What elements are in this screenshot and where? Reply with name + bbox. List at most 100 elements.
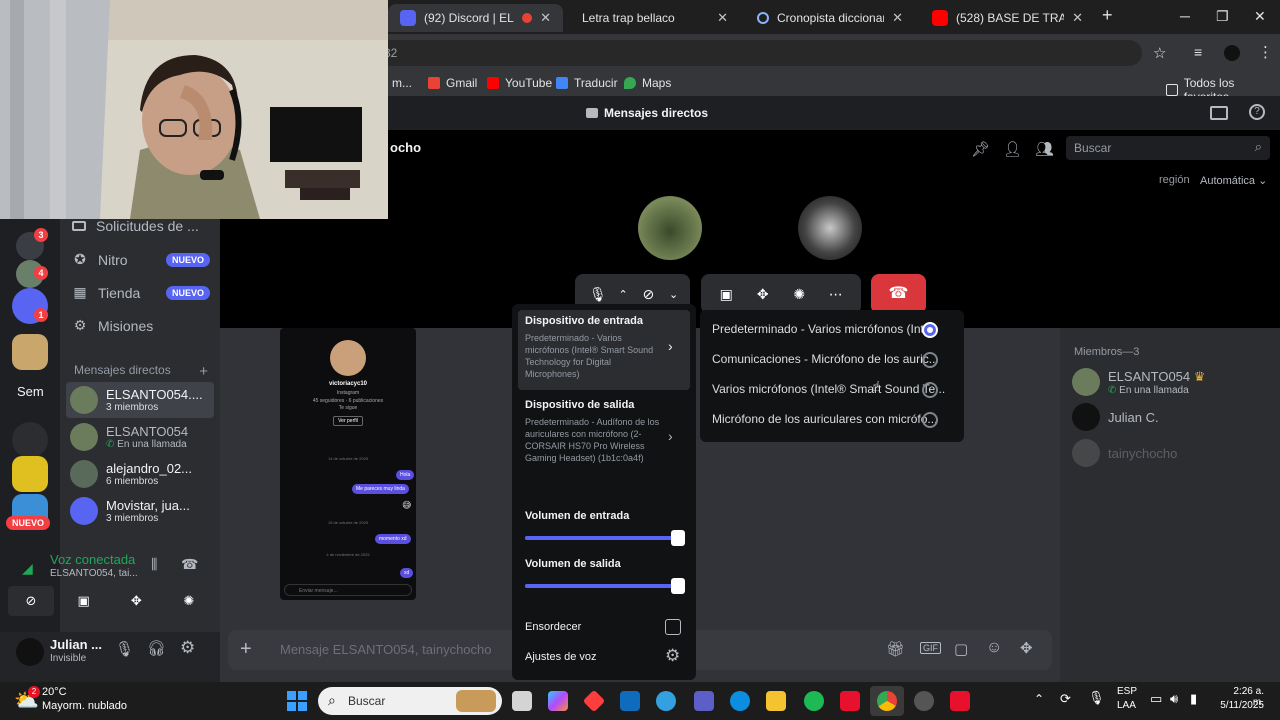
dm-item[interactable]: Movistar, jua... 3 miembros <box>66 493 214 529</box>
input-device-item[interactable]: Dispositivo de entrada Predeterminado - … <box>518 310 690 390</box>
nav-nitro[interactable]: ✪ Nitro NUEVO <box>72 251 211 268</box>
app-icon[interactable] <box>582 689 606 713</box>
start-button[interactable] <box>287 691 307 711</box>
dm-item[interactable]: ELSANTO054.... 3 miembros <box>66 382 214 418</box>
monitor-icon[interactable]: ▭ <box>1150 691 1162 707</box>
members-icon[interactable]: 👥︎ <box>1035 140 1054 158</box>
voice-channel[interactable]: ELSANTO054, tai... <box>50 568 138 579</box>
profile-avatar[interactable] <box>1224 45 1240 61</box>
search-input[interactable]: Buscar ⌕ <box>1066 136 1270 160</box>
nav-quests[interactable]: ⚙ Misiones <box>72 317 154 334</box>
close-tab-icon[interactable]: ✕ <box>717 10 728 26</box>
tab-letra[interactable]: Letra trap bellaco ✕ <box>570 4 740 32</box>
close-tab-icon[interactable]: ✕ <box>1072 10 1083 26</box>
input-volume-slider[interactable] <box>525 530 685 546</box>
output-volume-slider[interactable] <box>525 578 685 594</box>
input-device-option[interactable]: Comunicaciones - Micrófono de los auric.… <box>712 345 952 373</box>
screenshare-icon[interactable]: ▣ <box>60 586 107 616</box>
deafen-toggle[interactable]: Ensordecer <box>518 614 690 640</box>
bookmark-gmail[interactable]: Gmail <box>428 76 477 90</box>
menu-icon[interactable]: ⋮ <box>1258 43 1273 61</box>
app-icon[interactable] <box>914 691 934 711</box>
image-attachment[interactable]: victoriacyc10 Instagram 45 seguidores · … <box>280 328 416 600</box>
taskbar-search[interactable]: ⌕ Buscar <box>318 687 502 715</box>
close-tab-icon[interactable]: ✕ <box>540 10 551 26</box>
region-select[interactable]: Automática ⌄ <box>1200 174 1267 187</box>
address-bar[interactable]: 32 <box>372 40 1142 66</box>
pin-icon[interactable]: 📌︎ <box>971 140 990 158</box>
disconnect-icon[interactable]: ☎ <box>181 556 198 573</box>
edge-icon[interactable] <box>730 691 750 711</box>
hangup-button[interactable]: ☎ <box>871 274 926 314</box>
screenshare-icon[interactable]: ▣ <box>712 280 740 308</box>
app-icon[interactable] <box>950 691 970 711</box>
member-item[interactable]: tainychocho <box>1072 439 1177 467</box>
task-view-icon[interactable] <box>512 691 532 711</box>
sync-icon[interactable]: ⟳ <box>1060 691 1071 707</box>
inbox-icon[interactable] <box>1210 106 1228 120</box>
input-device-option[interactable]: Predeterminado - Varios micrófonos (Int.… <box>712 315 952 343</box>
tab-youtube[interactable]: (528) BASE DE TRAP "ALTA ✕ <box>920 4 1095 32</box>
nav-message-requests[interactable]: Solicitudes de ... <box>72 218 199 234</box>
mic-icon[interactable]: 🎙︎ <box>115 640 134 658</box>
bookmark-translate[interactable]: Traducir <box>556 76 618 90</box>
gear-icon[interactable]: ⚙ <box>180 638 195 658</box>
voice-settings-item[interactable]: Ajustes de voz ⚙ <box>518 644 690 670</box>
add-attachment-icon[interactable]: + <box>240 638 252 661</box>
slider-handle[interactable] <box>671 530 685 546</box>
activities-icon[interactable]: ✥ <box>113 586 160 616</box>
chrome-icon[interactable] <box>877 691 897 711</box>
bookmark-item[interactable]: m... <box>392 76 412 90</box>
app-icon[interactable] <box>840 691 860 711</box>
emoji-icon[interactable]: ☺ <box>986 639 1002 657</box>
output-device-item[interactable]: Dispositivo de salida Predeterminado - A… <box>518 394 690 484</box>
help-icon[interactable]: ? <box>1249 104 1265 120</box>
input-device-option[interactable]: Micrófono de los auriculares con micrófo… <box>712 405 952 433</box>
slider-handle[interactable] <box>671 578 685 594</box>
app-icon[interactable] <box>656 691 676 711</box>
sticker-icon[interactable]: ▢ <box>954 640 968 658</box>
avatar[interactable] <box>16 638 44 666</box>
username[interactable]: Julian ... <box>50 637 102 652</box>
maximize-icon[interactable]: ❐ <box>1216 8 1229 25</box>
copilot-icon[interactable] <box>548 691 568 711</box>
dm-item[interactable]: alejandro_02... 6 miembros <box>66 456 214 492</box>
chevron-up-icon[interactable]: ⌃ <box>1034 692 1044 706</box>
activities-icon[interactable]: ✥ <box>749 280 777 308</box>
close-tab-icon[interactable]: ✕ <box>892 10 903 26</box>
soundboard-icon[interactable]: ✺ <box>785 280 813 308</box>
close-window-icon[interactable]: ✕ <box>1254 8 1266 25</box>
media-icon[interactable]: ≡ <box>1194 44 1202 60</box>
headphones-icon[interactable]: 🎧︎ <box>147 639 166 657</box>
tab-cronopista[interactable]: Cronopista diccionario de ✕ <box>745 4 915 32</box>
add-friend-icon[interactable]: 👤︎ <box>1003 140 1022 158</box>
nav-shop[interactable]: ▦ Tienda NUEVO <box>72 284 211 301</box>
battery-icon[interactable]: ▮ <box>1190 691 1197 707</box>
input-device-option[interactable]: Varios micrófonos (Intel® Smart Sound Te… <box>712 375 952 403</box>
more-icon[interactable]: ⋯ <box>822 280 850 308</box>
gif-icon[interactable]: GIF <box>920 642 941 654</box>
volume-icon[interactable]: 🔊︎ <box>1170 691 1178 707</box>
server-icon[interactable] <box>12 334 48 370</box>
teams-icon[interactable] <box>694 691 714 711</box>
server-icon[interactable] <box>12 422 48 458</box>
tab-discord[interactable]: (92) Discord | ELSANTO ✕ <box>388 4 563 32</box>
new-tab-icon[interactable]: + <box>1102 5 1113 26</box>
mic-icon[interactable]: 🎙︎ <box>1088 690 1105 706</box>
server-label[interactable]: Sem <box>17 384 44 399</box>
camera-off-icon[interactable]: ⊘ <box>8 586 54 616</box>
store-icon[interactable] <box>620 691 640 711</box>
participant-avatar[interactable] <box>798 196 862 260</box>
participant-avatar[interactable] <box>638 196 702 260</box>
star-icon[interactable]: ☆ <box>1153 44 1166 62</box>
member-item[interactable]: ELSANTO054 ♛ ✆ En una llamada <box>1072 368 1205 396</box>
file-explorer-icon[interactable] <box>766 691 786 711</box>
minimize-icon[interactable]: ─ <box>1180 8 1190 24</box>
noise-icon[interactable]: ⫼ <box>151 556 157 573</box>
signal-icon[interactable]: ◢ <box>22 560 33 577</box>
member-item[interactable]: Julian C. <box>1072 403 1159 431</box>
spotify-icon[interactable] <box>804 691 824 711</box>
soundboard-icon[interactable]: ✺ <box>165 586 212 616</box>
apps-icon[interactable]: ✥ <box>1020 639 1033 657</box>
gift-icon[interactable]: 🎁︎ <box>886 640 905 658</box>
